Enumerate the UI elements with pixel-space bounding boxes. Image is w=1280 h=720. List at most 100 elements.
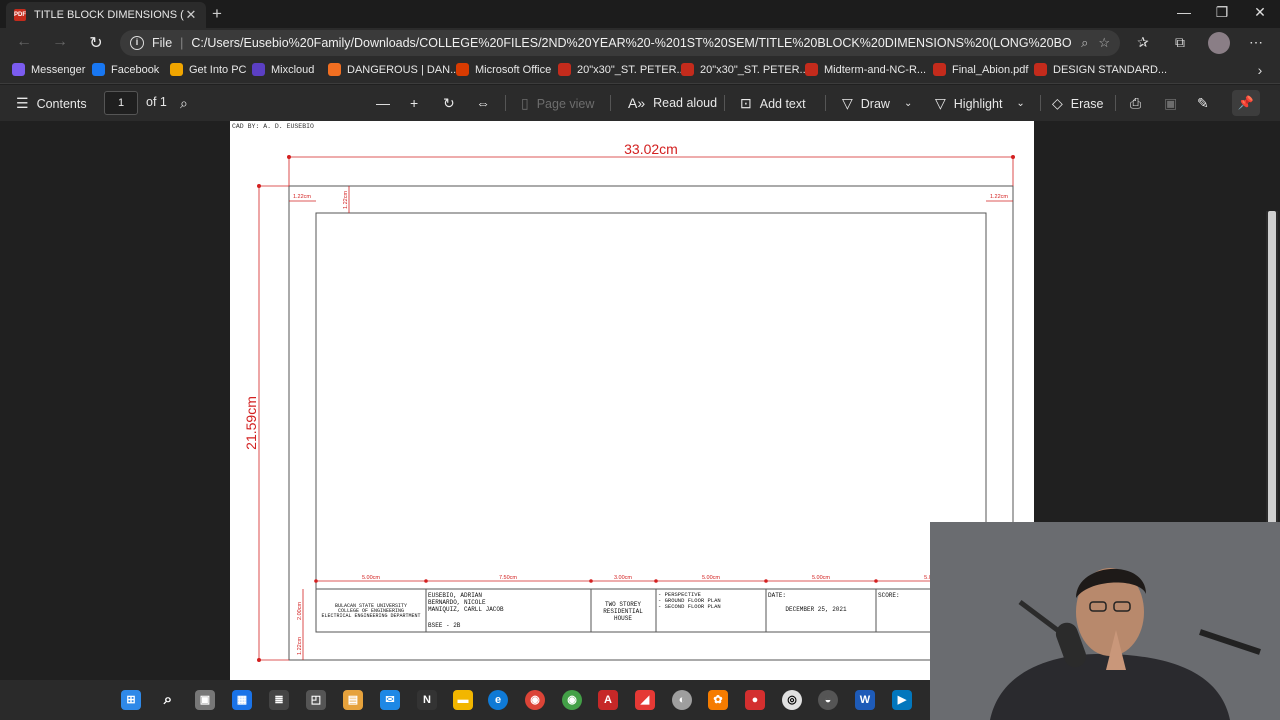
- favorite-item[interactable]: Microsoft Office: [456, 63, 551, 76]
- member-name: EUSEBIO, ADRIAN: [428, 592, 482, 599]
- search-icon[interactable]: ⌕: [180, 95, 196, 112]
- print-icon[interactable]: ⎙: [1130, 95, 1149, 112]
- page-view-button[interactable]: ▯ Page view: [521, 95, 594, 112]
- favorites-bar: › Messenger Facebook Get Into PC Mixcloud DA…: [0, 58, 1280, 84]
- webcam-feed: [930, 522, 1280, 720]
- more-icon[interactable]: ⋯: [1246, 34, 1266, 51]
- contents-label: Contents: [36, 96, 87, 111]
- title-block-drawing: 33.02cm 21.59cm 1.22cm 1.22cm 1.22cm 2.0…: [243, 141, 1034, 663]
- app-icon[interactable]: ▶: [892, 690, 912, 710]
- task-view-icon[interactable]: ▣: [195, 690, 215, 710]
- pin-icon[interactable]: 📌: [1232, 90, 1260, 116]
- draw-button[interactable]: ▽ Draw ⌄: [842, 95, 912, 112]
- maximize-icon[interactable]: ❐: [1212, 4, 1232, 21]
- project-line: RESIDENTIAL: [603, 608, 643, 615]
- save-as-icon[interactable]: ✎: [1197, 95, 1217, 112]
- avatar[interactable]: [1208, 32, 1230, 54]
- favorites-icon[interactable]: ✰: [1133, 34, 1153, 51]
- chevron-down-icon[interactable]: ⌄: [904, 98, 912, 109]
- favorite-item[interactable]: Mixcloud: [252, 63, 314, 76]
- new-tab-icon[interactable]: +: [212, 4, 222, 24]
- highlight-button[interactable]: ▽ Highlight ⌄: [935, 95, 1025, 112]
- recorder-icon[interactable]: ●: [745, 690, 765, 710]
- chrome-icon[interactable]: ◉: [525, 690, 545, 710]
- favorite-label: Get Into PC: [189, 63, 247, 76]
- zoom-out-icon[interactable]: —: [376, 95, 398, 111]
- mixcloud-icon: [252, 63, 265, 76]
- zoom-icon[interactable]: ⌕: [1081, 35, 1088, 51]
- pdf-icon: [933, 63, 946, 76]
- close-icon[interactable]: ✕: [184, 7, 198, 23]
- fl-studio-icon[interactable]: ✿: [708, 690, 728, 710]
- widgets-icon[interactable]: ▦: [232, 690, 252, 710]
- refresh-icon[interactable]: ↻: [86, 33, 106, 53]
- minimize-icon[interactable]: —: [1174, 4, 1194, 20]
- file-explorer-icon[interactable]: ▬: [453, 690, 473, 710]
- obs-icon[interactable]: ◒: [818, 690, 838, 710]
- inner-border: [315, 212, 987, 633]
- search-icon[interactable]: ⌕: [158, 690, 178, 710]
- favorite-item[interactable]: Get Into PC: [170, 63, 246, 76]
- tab-bar: PDF TITLE BLOCK DIMENSIONS (LON ✕ + — ❐ …: [0, 0, 1280, 28]
- favorite-item[interactable]: Messenger: [12, 63, 85, 76]
- favorite-label: Messenger: [31, 63, 86, 76]
- column-dim-label: 7.50cm: [499, 575, 517, 581]
- info-icon[interactable]: i: [130, 36, 144, 50]
- messenger-icon: [12, 63, 25, 76]
- contents-button[interactable]: ☰ Contents: [16, 95, 87, 112]
- add-favorite-icon[interactable]: ☆: [1098, 35, 1110, 51]
- back-icon[interactable]: ←: [14, 33, 34, 51]
- page-number-input[interactable]: 1: [104, 91, 138, 115]
- favorite-item[interactable]: Facebook: [92, 63, 159, 76]
- favorite-item[interactable]: Final_Abion.pdf: [933, 63, 1028, 76]
- project-line: TWO STOREY: [605, 601, 641, 608]
- pdf-icon: [805, 63, 818, 76]
- draw-icon: ▽: [842, 95, 853, 111]
- url-separator: |: [180, 36, 184, 50]
- favorite-item[interactable]: DESIGN STANDARD...: [1034, 63, 1167, 76]
- store-icon[interactable]: ▤: [343, 690, 363, 710]
- university-line: ELECTRICAL ENGINEERING DEPARTMENT: [321, 613, 420, 619]
- chat-icon[interactable]: ◰: [306, 690, 326, 710]
- column-dim-label: 3.00cm: [614, 575, 632, 581]
- chevron-down-icon[interactable]: ⌄: [1016, 98, 1024, 109]
- favorite-item[interactable]: 20"x30"_ST. PETER...: [558, 63, 686, 76]
- pdf-icon: PDF: [14, 9, 26, 21]
- column-dim-label: 5.00cm: [812, 575, 830, 581]
- chevron-right-icon[interactable]: ›: [1250, 62, 1270, 78]
- chrome-profile-icon[interactable]: ◉: [562, 690, 582, 710]
- favorite-item[interactable]: DANGEROUS | DAN...: [328, 63, 459, 76]
- window-close-icon[interactable]: ✕: [1250, 4, 1270, 21]
- add-text-button[interactable]: ⊡ Add text: [740, 95, 806, 112]
- favorite-item[interactable]: Midterm-and-NC-R...: [805, 63, 926, 76]
- score-label: SCORE:: [878, 592, 900, 599]
- column-dim-label: 5.00cm: [702, 575, 720, 581]
- mail-icon[interactable]: ✉: [380, 690, 400, 710]
- erase-button[interactable]: ◇ Erase: [1052, 95, 1103, 112]
- autocad-icon[interactable]: A: [598, 690, 618, 710]
- zoom-in-icon[interactable]: +: [410, 95, 426, 111]
- windows-start-icon[interactable]: ⊞: [121, 690, 141, 710]
- row-height-label: 2.00cm: [297, 602, 303, 620]
- forward-icon[interactable]: →: [50, 33, 70, 51]
- highlight-label: Highlight: [953, 96, 1003, 111]
- pdf-icon: [1034, 63, 1047, 76]
- app-icon[interactable]: ◐: [672, 690, 692, 710]
- url-field[interactable]: i File | C:/Users/Eusebio%20Family/Downl…: [120, 30, 1120, 56]
- notion-icon[interactable]: N: [417, 690, 437, 710]
- tab-active[interactable]: PDF TITLE BLOCK DIMENSIONS (LON ✕: [6, 2, 206, 28]
- sketchup-icon[interactable]: ◢: [635, 690, 655, 710]
- fit-page-icon[interactable]: ⇔: [476, 95, 498, 111]
- notepad-icon[interactable]: ≣: [269, 690, 289, 710]
- read-aloud-label: Read aloud: [653, 96, 718, 110]
- rotate-icon[interactable]: ↻: [443, 95, 463, 112]
- media-player-icon[interactable]: ◎: [782, 690, 802, 710]
- favorite-item[interactable]: 20"x30"_ST. PETER...: [681, 63, 809, 76]
- add-text-label: Add text: [759, 96, 806, 111]
- save-icon[interactable]: ▣: [1164, 95, 1185, 112]
- edge-icon[interactable]: e: [488, 690, 508, 710]
- highlight-icon: ▽: [935, 95, 946, 111]
- read-aloud-button[interactable]: A» Read aloud: [628, 95, 717, 111]
- collections-icon[interactable]: ⧉: [1170, 34, 1190, 51]
- word-icon[interactable]: W: [855, 690, 875, 710]
